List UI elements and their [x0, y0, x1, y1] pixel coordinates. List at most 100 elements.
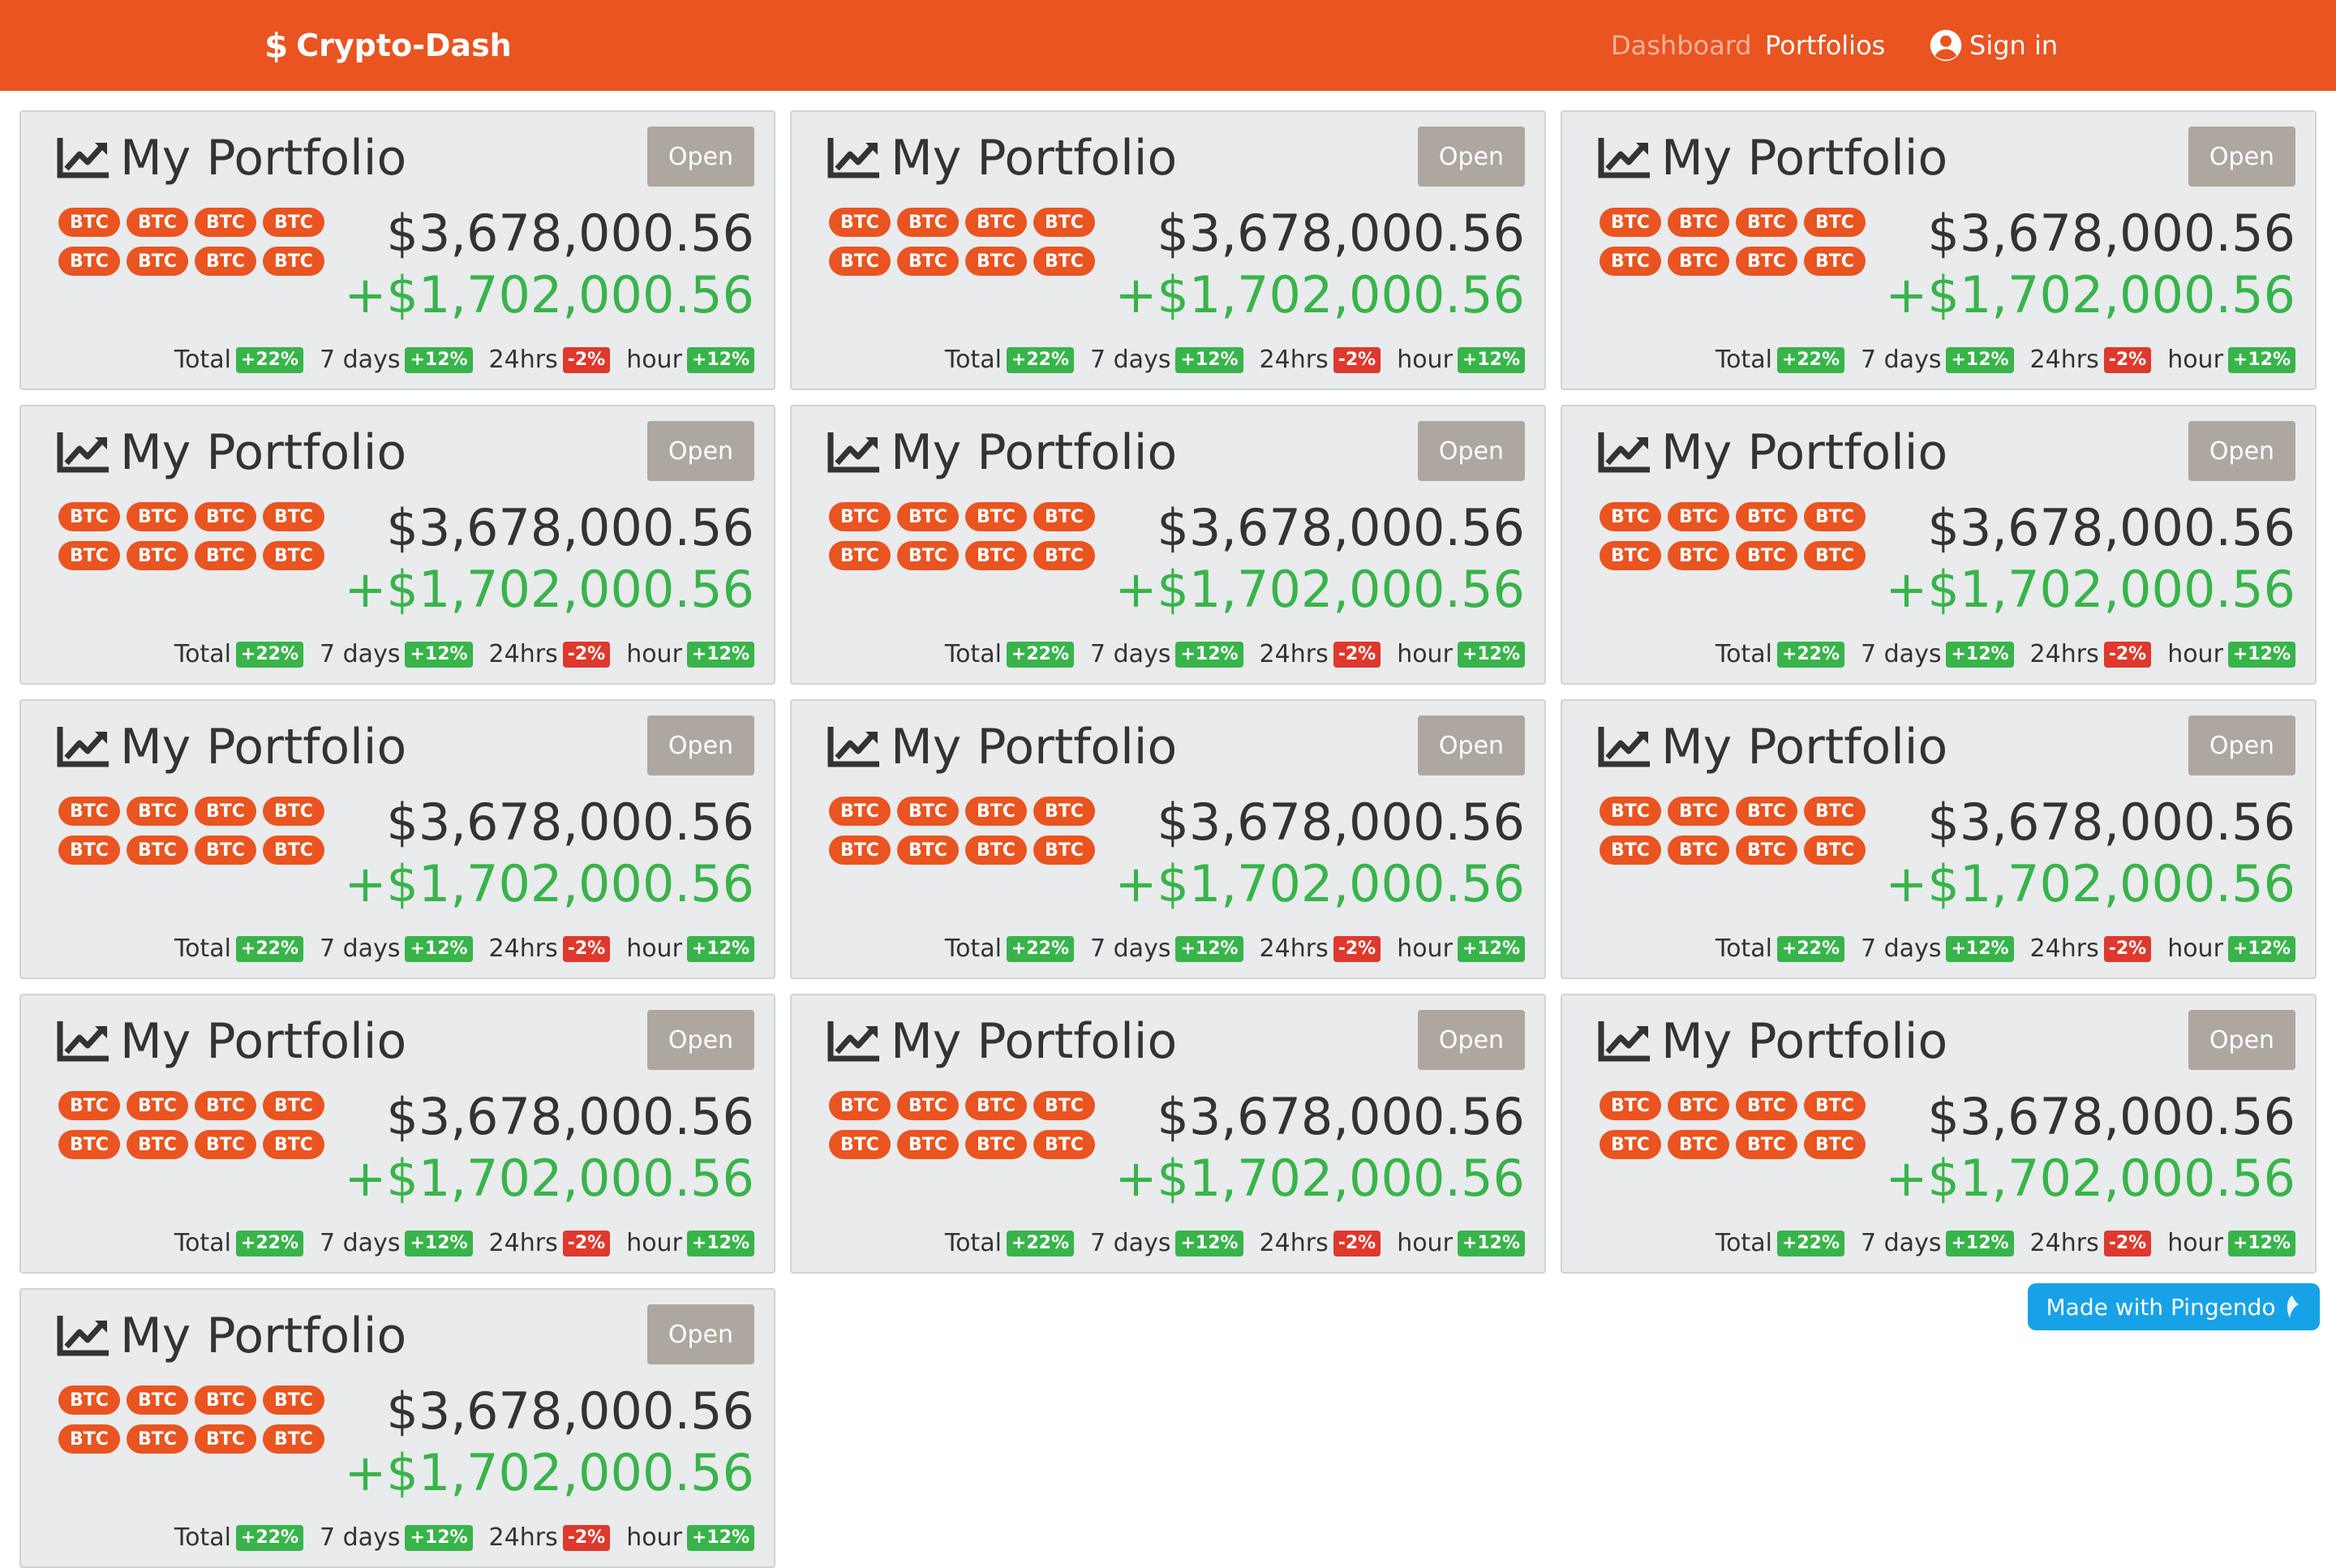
line-chart-icon — [827, 1021, 879, 1062]
coin-badge: BTC — [829, 247, 891, 276]
portfolio-card: My Portfolio Open BTC BTC BTC BTC BTC BT… — [19, 110, 775, 390]
portfolio-title-text: My Portfolio — [1661, 719, 1948, 775]
open-button[interactable]: Open — [1418, 1010, 1525, 1070]
coin-badge: BTC — [897, 541, 959, 570]
portfolio-card: My Portfolio Open BTC BTC BTC BTC BTC BT… — [1561, 110, 2317, 390]
portfolio-title-text: My Portfolio — [891, 719, 1178, 775]
stat-label-total: Total — [174, 346, 231, 374]
coin-badge: BTC — [1668, 247, 1729, 276]
portfolio-stats: Total +22% 7 days +12% 24hrs -2% hour +1… — [1716, 638, 2295, 671]
portfolio-stats: Total +22% 7 days +12% 24hrs -2% hour +1… — [174, 1227, 754, 1260]
stat-badge-total: +22% — [1006, 936, 1075, 962]
portfolio-value: $3,678,000.56 — [386, 1087, 754, 1146]
nav-dashboard[interactable]: Dashboard — [1611, 28, 1752, 63]
brand-link[interactable]: $ Crypto-Dash — [264, 23, 512, 68]
stat-badge-hour: +12% — [1457, 642, 1525, 668]
portfolio-title: My Portfolio — [57, 1013, 406, 1070]
coin-badge: BTC — [897, 797, 959, 826]
stat-label-24hrs: 24hrs — [488, 1523, 558, 1552]
open-button[interactable]: Open — [2188, 421, 2295, 481]
nav-portfolios[interactable]: Portfolios — [1765, 28, 1885, 63]
stat-label-total: Total — [174, 1229, 231, 1257]
portfolio-card: My Portfolio Open BTC BTC BTC BTC BTC BT… — [1561, 405, 2317, 685]
portfolio-title-text: My Portfolio — [1661, 424, 1948, 481]
line-chart-icon — [57, 1316, 109, 1356]
portfolio-value: $3,678,000.56 — [1157, 1087, 1525, 1146]
made-with-pingendo-badge[interactable]: Made with Pingendo — [2028, 1283, 2320, 1330]
coin-badge: BTC — [1736, 247, 1797, 276]
stat-label-hour: hour — [1397, 1229, 1453, 1257]
stat-badge-total: +22% — [1776, 347, 1845, 373]
stat-badge-hour: +12% — [686, 1525, 754, 1551]
open-button[interactable]: Open — [647, 1304, 754, 1364]
portfolio-stats: Total +22% 7 days +12% 24hrs -2% hour +1… — [174, 1522, 754, 1554]
line-chart-icon — [827, 138, 879, 178]
stat-badge-24hrs: -2% — [1333, 936, 1381, 962]
open-button[interactable]: Open — [647, 715, 754, 775]
coin-badge: BTC — [897, 208, 959, 237]
coin-badge: BTC — [58, 247, 120, 276]
coin-badge: BTC — [1600, 502, 1661, 531]
portfolio-title-text: My Portfolio — [120, 719, 407, 775]
stat-badge-7days: +12% — [1946, 1231, 2014, 1257]
portfolio-title: My Portfolio — [1598, 130, 1947, 187]
coin-badge: BTC — [965, 836, 1027, 865]
stat-label-24hrs: 24hrs — [1259, 640, 1329, 668]
open-button[interactable]: Open — [647, 127, 754, 187]
coin-badge: BTC — [58, 1385, 120, 1415]
coin-badge: BTC — [58, 836, 120, 865]
open-button[interactable]: Open — [647, 421, 754, 481]
open-button[interactable]: Open — [2188, 1010, 2295, 1070]
coin-badge: BTC — [1668, 208, 1729, 237]
stat-badge-7days: +12% — [1175, 1231, 1243, 1257]
signin-label: Sign in — [1969, 30, 2059, 61]
stat-label-7days: 7 days — [1090, 640, 1171, 668]
stat-badge-24hrs: -2% — [562, 1231, 611, 1257]
open-button[interactable]: Open — [647, 1010, 754, 1070]
coin-badge: BTC — [1668, 502, 1729, 531]
portfolio-card: My Portfolio Open BTC BTC BTC BTC BTC BT… — [19, 699, 775, 979]
coin-badge: BTC — [965, 502, 1027, 531]
pingendo-label: Made with Pingendo — [2046, 1293, 2276, 1321]
stat-label-7days: 7 days — [1090, 934, 1171, 963]
stat-badge-hour: +12% — [2227, 1231, 2295, 1257]
stat-label-total: Total — [174, 934, 231, 963]
coin-badge: BTC — [263, 1385, 324, 1415]
stat-label-hour: hour — [626, 640, 682, 668]
stat-label-24hrs: 24hrs — [1259, 1229, 1329, 1257]
coin-badge: BTC — [829, 797, 891, 826]
open-button[interactable]: Open — [1418, 715, 1525, 775]
stat-badge-hour: +12% — [2227, 642, 2295, 668]
stat-label-total: Total — [1715, 640, 1772, 668]
portfolio-card: My Portfolio Open BTC BTC BTC BTC BTC BT… — [1561, 994, 2317, 1274]
stat-label-hour: hour — [2167, 1229, 2223, 1257]
coin-badge: BTC — [263, 797, 324, 826]
stat-label-hour: hour — [1397, 346, 1453, 374]
coin-badge: BTC — [1033, 541, 1095, 570]
signin-link[interactable]: Sign in — [1929, 28, 2058, 63]
portfolio-title-text: My Portfolio — [891, 1013, 1178, 1070]
portfolio-value: $3,678,000.56 — [386, 1381, 754, 1441]
stat-label-total: Total — [174, 640, 231, 668]
coin-badges: BTC BTC BTC BTC BTC BTC BTC BTC — [829, 1091, 1108, 1159]
stat-badge-24hrs: -2% — [2103, 642, 2152, 668]
stat-badge-24hrs: -2% — [2103, 1231, 2152, 1257]
stat-badge-24hrs: -2% — [562, 347, 611, 373]
portfolio-title: My Portfolio — [57, 1308, 406, 1364]
coin-badge: BTC — [195, 1424, 256, 1454]
stat-badge-hour: +12% — [686, 1231, 754, 1257]
open-button[interactable]: Open — [1418, 127, 1525, 187]
coin-badge: BTC — [897, 502, 959, 531]
coin-badge: BTC — [1736, 502, 1797, 531]
open-button[interactable]: Open — [2188, 715, 2295, 775]
open-button[interactable]: Open — [1418, 421, 1525, 481]
stat-badge-total: +22% — [235, 1525, 304, 1551]
stat-badge-hour: +12% — [1457, 1231, 1525, 1257]
line-chart-icon — [827, 727, 879, 767]
portfolio-gain: +$1,702,000.56 — [1885, 265, 2295, 324]
stat-label-7days: 7 days — [320, 934, 401, 963]
coin-badge: BTC — [1736, 541, 1797, 570]
stat-badge-hour: +12% — [2227, 347, 2295, 373]
stat-label-total: Total — [944, 640, 1002, 668]
open-button[interactable]: Open — [2188, 127, 2295, 187]
